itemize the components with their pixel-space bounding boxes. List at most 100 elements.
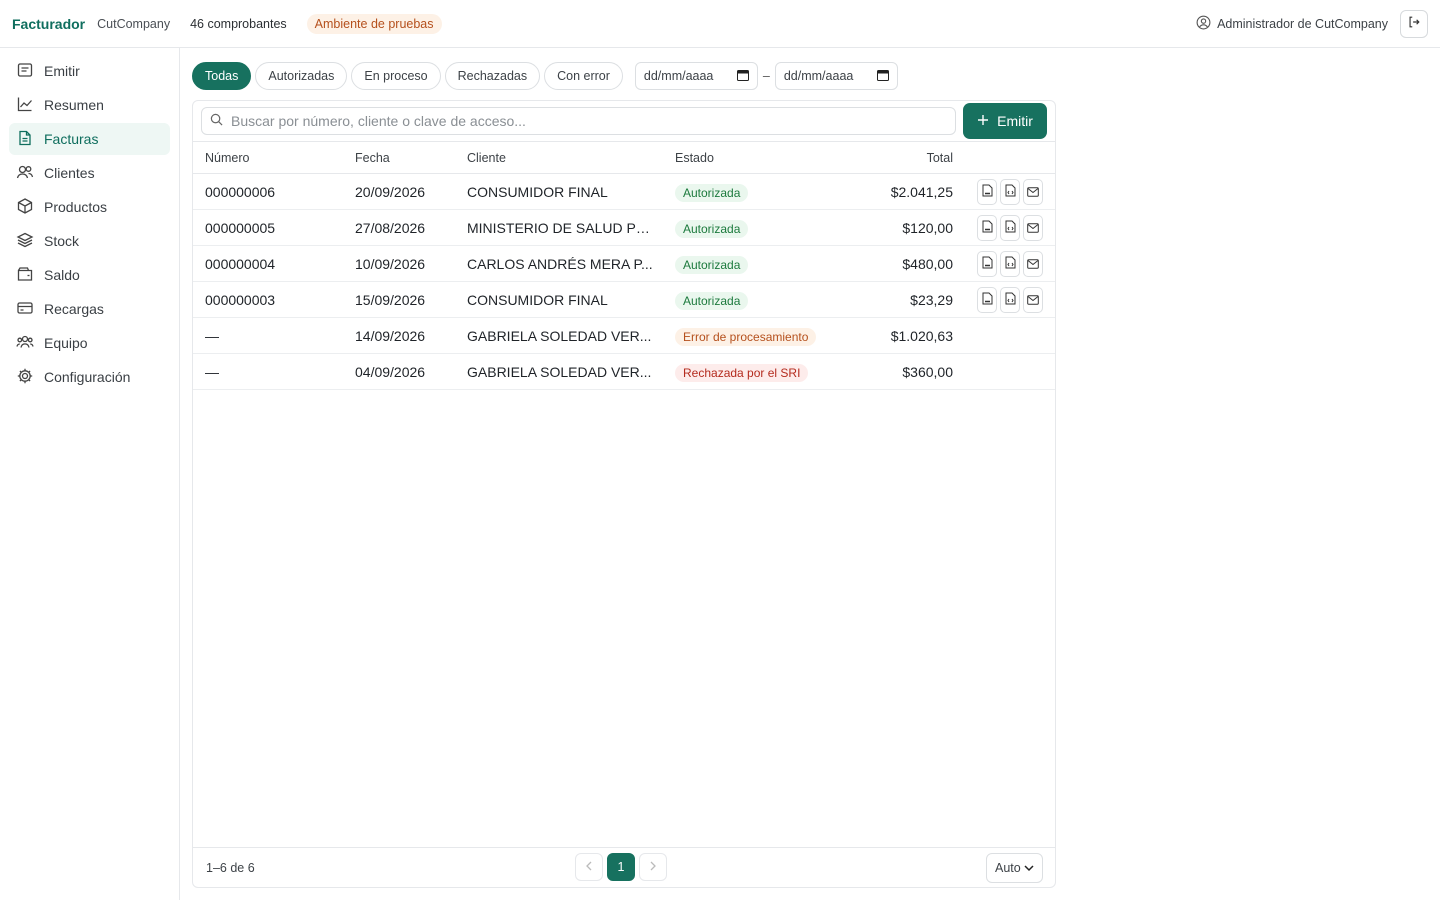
- filter-chip-en-proceso[interactable]: En proceso: [351, 62, 441, 90]
- invoice-date: 15/09/2026: [355, 292, 426, 308]
- pagination: 1: [575, 853, 671, 881]
- invoice-number: 000000006: [205, 184, 276, 200]
- invoice-date: 04/09/2026: [355, 364, 426, 380]
- date-to-input[interactable]: dd/mm/aaaa: [774, 62, 898, 90]
- invoice-status: Autorizada: [675, 174, 845, 210]
- mail-icon: [1027, 185, 1039, 200]
- xml-file-icon: [1005, 184, 1016, 200]
- status-badge: Error de procesamiento: [675, 328, 817, 347]
- search-icon: [210, 113, 231, 129]
- sidebar-item-productos[interactable]: Productos: [9, 191, 170, 223]
- logout-button[interactable]: [1400, 9, 1428, 38]
- send-email-button[interactable]: [1023, 179, 1043, 205]
- users-icon: [16, 163, 44, 184]
- sidebar-item-label: Facturas: [44, 131, 99, 147]
- sidebar-item-saldo[interactable]: Saldo: [9, 259, 170, 291]
- sidebar-item-equipo[interactable]: Equipo: [9, 327, 170, 359]
- search-input[interactable]: [231, 113, 931, 129]
- date-from-placeholder: dd/mm/aaaa: [643, 69, 714, 83]
- page-size-value: Auto: [995, 861, 1021, 875]
- sidebar-item-stock[interactable]: Stock: [9, 225, 170, 257]
- search-box[interactable]: [201, 107, 956, 135]
- row-actions: [977, 287, 1046, 313]
- sidebar-item-facturas[interactable]: Facturas: [9, 123, 170, 155]
- download-pdf-button[interactable]: [977, 251, 997, 277]
- mail-icon: [1027, 221, 1039, 236]
- send-email-button[interactable]: [1023, 215, 1043, 241]
- send-email-button[interactable]: [1023, 287, 1043, 313]
- prev-page-button[interactable]: [575, 853, 603, 881]
- invoice-date: 14/09/2026: [355, 328, 426, 344]
- layers-icon: [16, 231, 44, 252]
- xml-file-icon: [1005, 292, 1016, 308]
- sidebar-item-recargas[interactable]: Recargas: [9, 293, 170, 325]
- table-row[interactable]: — 14/09/2026 GABRIELA SOLEDAD VER... Err…: [193, 318, 1055, 354]
- table-row[interactable]: — 04/09/2026 GABRIELA SOLEDAD VER... Rec…: [193, 354, 1055, 390]
- sidebar-item-label: Emitir: [44, 63, 80, 79]
- invoice-date: 27/08/2026: [355, 220, 426, 236]
- page-size-select[interactable]: Auto: [986, 853, 1043, 883]
- invoice-date: 10/09/2026: [355, 256, 426, 272]
- column-header-numero[interactable]: Número: [205, 142, 249, 175]
- invoice-client: MINISTERIO DE SALUD PÚ...: [467, 220, 657, 236]
- invoice-number: —: [205, 328, 219, 344]
- filter-chip-rechazadas[interactable]: Rechazadas: [444, 62, 541, 90]
- sidebar-item-resumen[interactable]: Resumen: [9, 89, 170, 121]
- date-from-input[interactable]: dd/mm/aaaa: [634, 62, 758, 90]
- emit-button-label: Emitir: [997, 113, 1033, 129]
- status-badge: Autorizada: [675, 184, 749, 203]
- invoice-total: $480,00: [902, 256, 953, 272]
- chevron-down-icon: [1024, 861, 1034, 875]
- sidebar-item-label: Stock: [44, 233, 80, 249]
- table-row[interactable]: 000000006 20/09/2026 CONSUMIDOR FINAL Au…: [193, 174, 1055, 210]
- calendar-icon: [736, 69, 749, 84]
- invoice-total: $120,00: [902, 220, 953, 236]
- calendar-icon: [876, 69, 889, 84]
- chevron-right-icon: [649, 860, 657, 874]
- status-badge: Rechazada por el SRI: [675, 364, 809, 383]
- invoice-date: 20/09/2026: [355, 184, 426, 200]
- row-actions: [977, 215, 1046, 241]
- sidebar-item-emitir[interactable]: Emitir: [9, 55, 170, 87]
- top-header: Facturador CutCompany 46 comprobantes Am…: [0, 0, 1440, 48]
- brand-title[interactable]: Facturador: [12, 16, 85, 32]
- next-page-button[interactable]: [639, 853, 667, 881]
- sidebar-item-clientes[interactable]: Clientes: [9, 157, 170, 189]
- user-menu[interactable]: Administrador de CutCompany: [1196, 15, 1388, 33]
- invoice-total: $23,29: [910, 292, 953, 308]
- download-xml-button[interactable]: [1000, 251, 1020, 277]
- table-row[interactable]: 000000003 15/09/2026 CONSUMIDOR FINAL Au…: [193, 282, 1055, 318]
- date-separator: –: [762, 69, 770, 83]
- column-header-cliente[interactable]: Cliente: [467, 142, 506, 175]
- invoice-number: 000000004: [205, 256, 276, 272]
- box-icon: [16, 197, 44, 218]
- credit-card-icon: [16, 299, 44, 320]
- emit-button[interactable]: Emitir: [963, 103, 1047, 139]
- download-xml-button[interactable]: [1000, 179, 1020, 205]
- download-xml-button[interactable]: [1000, 287, 1020, 313]
- table-header: Número Fecha Cliente Estado Total: [193, 141, 1055, 174]
- download-pdf-button[interactable]: [977, 215, 997, 241]
- table-row[interactable]: 000000005 27/08/2026 MINISTERIO DE SALUD…: [193, 210, 1055, 246]
- download-pdf-button[interactable]: [977, 287, 997, 313]
- filter-chip-con-error[interactable]: Con error: [544, 62, 623, 90]
- filter-chip-todas[interactable]: Todas: [192, 62, 252, 90]
- mail-icon: [1027, 257, 1039, 272]
- column-header-estado[interactable]: Estado: [675, 142, 714, 175]
- download-xml-button[interactable]: [1000, 215, 1020, 241]
- table-footer: 1–6 de 6 1 Auto: [193, 847, 1055, 888]
- send-email-button[interactable]: [1023, 251, 1043, 277]
- sidebar-item-configuracion[interactable]: Configuración: [9, 361, 170, 393]
- page-number-button[interactable]: 1: [607, 853, 635, 881]
- column-header-total[interactable]: Total: [853, 142, 953, 175]
- sidebar-item-label: Configuración: [44, 369, 131, 385]
- filter-chip-autorizadas[interactable]: Autorizadas: [255, 62, 348, 90]
- invoice-status: Autorizada: [675, 210, 845, 246]
- column-header-fecha[interactable]: Fecha: [355, 142, 390, 175]
- company-name: CutCompany: [97, 16, 171, 31]
- sidebar-item-label: Productos: [44, 199, 108, 215]
- download-pdf-button[interactable]: [977, 179, 997, 205]
- environment-badge: Ambiente de pruebas: [306, 13, 442, 34]
- table-row[interactable]: 000000004 10/09/2026 CARLOS ANDRÉS MERA …: [193, 246, 1055, 282]
- status-badge: Autorizada: [675, 256, 749, 275]
